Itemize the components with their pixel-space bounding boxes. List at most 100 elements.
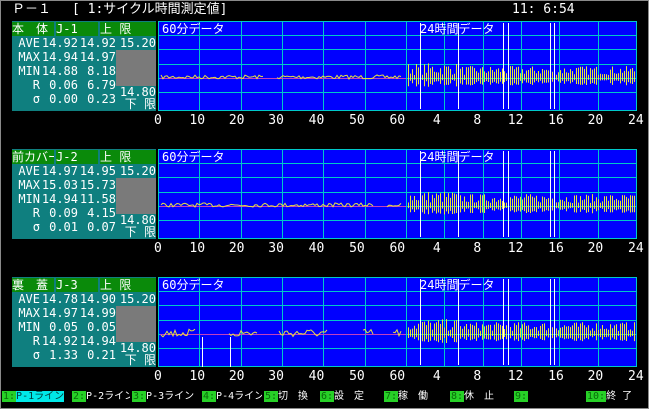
stat-value-60min: 14.94 bbox=[41, 192, 78, 206]
function-key-8[interactable]: 8:休 止 bbox=[450, 389, 512, 405]
stat-value-60min: 14.97 bbox=[41, 306, 78, 320]
stat-label-1: MAX bbox=[18, 50, 40, 64]
stat-label-1: MAX bbox=[18, 306, 40, 320]
stat-label-2: MIN bbox=[18, 192, 40, 206]
x-tick-label: 30 bbox=[268, 369, 284, 384]
stat-value-24h: 0.21 bbox=[87, 348, 116, 362]
stat-label-2: MIN bbox=[18, 320, 40, 334]
stat-value-24h: 6.79 bbox=[87, 78, 116, 92]
function-key-label: P-3ライン bbox=[146, 391, 195, 402]
stat-value-24h: 0.05 bbox=[87, 320, 116, 334]
stat-value-60min: 14.94 bbox=[41, 50, 78, 64]
stat-value-24h: 11.58 bbox=[79, 192, 116, 206]
x-tick-label: 20 bbox=[587, 241, 604, 256]
stat-value-24h: 0.23 bbox=[87, 92, 116, 106]
x-tick-label: 20 bbox=[587, 113, 604, 128]
x-tick-label: 20 bbox=[228, 369, 245, 384]
limit-spacer bbox=[116, 178, 156, 214]
plot-background bbox=[158, 21, 637, 111]
stat-value-24h: 14.97 bbox=[79, 50, 116, 64]
chart-24h-title: 24時間データ bbox=[420, 21, 494, 36]
function-key-label: P-1ライン bbox=[16, 391, 65, 402]
function-key-3[interactable]: 3:P-3ライン bbox=[132, 389, 200, 405]
x-tick-label: 50 bbox=[349, 369, 365, 384]
measurement-panel-3: 裏 蓋 J-3 上 限 AVE 14.78 14.90 MAX 14.97 14.99 MIN 0.… bbox=[12, 277, 644, 384]
limit-spacer bbox=[116, 306, 156, 342]
upper-limit-value: 15.20 bbox=[119, 164, 156, 178]
stat-value-24h: 0.07 bbox=[87, 220, 116, 234]
stat-value-60min: 1.33 bbox=[49, 348, 78, 362]
stat-label-1: MAX bbox=[18, 178, 40, 192]
function-key-7[interactable]: 7:稼 働 bbox=[384, 389, 448, 405]
stat-value-60min: 0.06 bbox=[49, 78, 78, 92]
x-tick-label: 0 bbox=[154, 113, 162, 128]
x-tick-label: 24 bbox=[628, 113, 644, 128]
x-tick-label: 12 bbox=[507, 241, 524, 256]
function-key-6[interactable]: 6:設 定 bbox=[320, 389, 382, 405]
trend-chart: 60分データ 24時間データ bbox=[158, 149, 637, 239]
upper-limit-label: 上 限 bbox=[100, 22, 156, 36]
stat-label-0: AVE bbox=[18, 292, 40, 306]
x-tick-label: 10 bbox=[189, 241, 206, 256]
lower-limit-label: 下 限 bbox=[124, 97, 156, 111]
x-tick-label: 20 bbox=[228, 113, 245, 128]
x-tick-label: 12 bbox=[507, 369, 524, 384]
stat-value-60min: 0.01 bbox=[49, 220, 78, 234]
function-key-number: 9: bbox=[514, 391, 529, 402]
stat-label-3: R bbox=[32, 334, 40, 348]
function-key-number: 8: bbox=[450, 391, 465, 402]
function-key-label: 稼 働 bbox=[398, 391, 429, 402]
stat-label-4: σ bbox=[32, 220, 40, 234]
function-key-9[interactable]: 9: bbox=[514, 389, 584, 405]
function-key-number: 2: bbox=[72, 391, 87, 402]
stats-table: 本 体 J-1 上 限 AVE 14.92 14.92 MAX 14.94 14.97 MIN 14… bbox=[12, 21, 156, 111]
function-key-bar: 1:P-1ライン 2:P-2ライン 3:P-3ライン 4:P-4ライン 5:切 換 6:設… bbox=[2, 389, 646, 405]
stats-table: 裏 蓋 J-3 上 限 AVE 14.78 14.90 MAX 14.97 14.99 MIN 0.… bbox=[12, 277, 156, 367]
screen-id: Ｐ－１ bbox=[12, 2, 52, 17]
chart-24h-title: 24時間データ bbox=[420, 277, 494, 292]
part-name-label: 裏 蓋 bbox=[12, 278, 54, 292]
x-tick-label: 4 bbox=[432, 113, 441, 128]
x-tick-label: 8 bbox=[473, 113, 482, 128]
function-key-2[interactable]: 2:P-2ライン bbox=[72, 389, 130, 405]
stat-value-24h: 8.18 bbox=[87, 64, 116, 78]
x-tick-label: 40 bbox=[308, 113, 325, 128]
stat-value-60min: 14.78 bbox=[41, 292, 78, 306]
function-key-number: 3: bbox=[132, 391, 147, 402]
clock: 11: 6:54 bbox=[512, 2, 575, 17]
limit-spacer bbox=[116, 50, 156, 86]
stat-label-0: AVE bbox=[18, 36, 40, 50]
measurement-panel-2: 前カバーJ-2上 限AVE14.9714.95MAX15.0315.73MIN1… bbox=[12, 149, 644, 256]
function-key-5[interactable]: 5:切 換 bbox=[264, 389, 318, 405]
stat-label-4: σ bbox=[32, 348, 40, 362]
stat-value-24h: 14.90 bbox=[79, 292, 116, 306]
stat-value-60min: 0.00 bbox=[49, 92, 78, 106]
x-tick-label: 4 bbox=[432, 369, 441, 384]
x-tick-label: 60 bbox=[389, 113, 406, 128]
chart-60min-title: 60分データ bbox=[162, 21, 224, 36]
function-key-number: 5: bbox=[264, 391, 279, 402]
stats-table: 前カバーJ-2上 限AVE14.9714.95MAX15.0315.73MIN1… bbox=[12, 149, 156, 239]
x-tick-label: 10 bbox=[189, 113, 206, 128]
upper-limit-value: 15.20 bbox=[119, 36, 156, 50]
stat-label-2: MIN bbox=[18, 64, 40, 78]
function-key-number: 10: bbox=[586, 391, 607, 402]
x-tick-label: 8 bbox=[473, 241, 482, 256]
stat-value-24h: 4.15 bbox=[87, 206, 116, 220]
lower-limit-label: 下 限 bbox=[124, 353, 156, 367]
plot-background bbox=[158, 149, 637, 239]
function-key-10[interactable]: 10:終 了 bbox=[586, 389, 644, 405]
function-key-4[interactable]: 4:P-4ライン bbox=[202, 389, 262, 405]
upper-limit-label: 上 限 bbox=[100, 278, 156, 292]
function-key-label: 休 止 bbox=[464, 391, 495, 402]
chart-24h-title: 24時間データ bbox=[420, 149, 494, 164]
x-tick-label: 0 bbox=[154, 241, 162, 256]
x-tick-label: 30 bbox=[268, 241, 284, 256]
function-key-1[interactable]: 1:P-1ライン bbox=[2, 389, 70, 405]
function-key-number: 1: bbox=[2, 391, 17, 402]
x-tick-label: 20 bbox=[587, 369, 604, 384]
upper-limit-label: 上 限 bbox=[100, 150, 156, 164]
function-key-label: 設 定 bbox=[334, 391, 365, 402]
function-key-label: 切 換 bbox=[278, 391, 309, 402]
part-code-label: J-2 bbox=[56, 150, 98, 164]
